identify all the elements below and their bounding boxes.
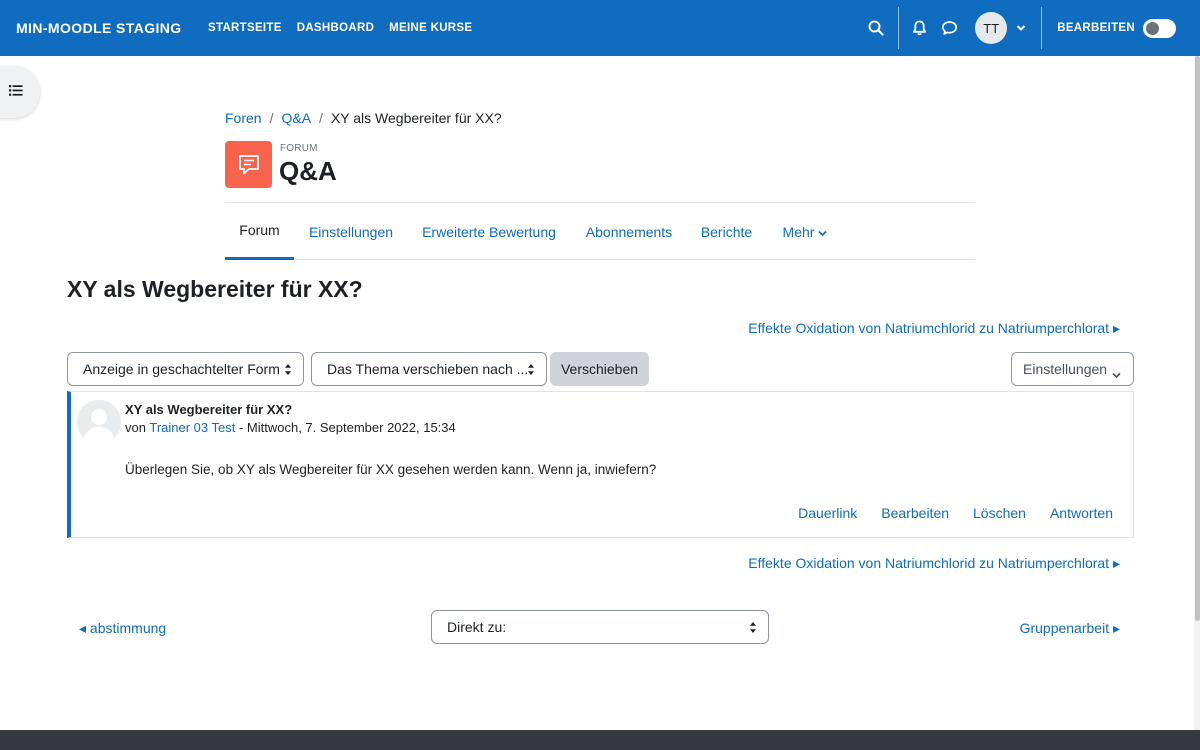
chevron-down-icon <box>1112 366 1121 382</box>
tab-erweiterte-bewertung[interactable]: Erweiterte Bewertung <box>418 203 560 260</box>
settings-dropdown-label: Einstellungen <box>1023 361 1108 377</box>
post-date: - Mittwoch, 7. September 2022, 15:34 <box>235 420 456 435</box>
reply-post-link[interactable]: Antworten <box>1050 505 1113 521</box>
forum-post: XY als Wegbereiter für XX? von Trainer 0… <box>67 391 1134 538</box>
toggle-knob <box>1146 21 1159 35</box>
author-avatar[interactable] <box>77 400 121 444</box>
move-discussion-select[interactable]: Das Thema verschieben nach ... <box>311 352 547 386</box>
previous-activity-link[interactable]: ◂ abstimmung <box>79 620 166 637</box>
select-arrows-icon <box>284 363 292 379</box>
nav-link-dashboard[interactable]: DASHBOARD <box>297 22 374 34</box>
breadcrumb-separator: / <box>269 110 274 126</box>
select-arrows-icon <box>527 363 535 379</box>
breadcrumb-link-foren[interactable]: Foren <box>225 110 262 126</box>
jump-to-label: Direkt zu: <box>447 619 507 635</box>
nav-link-startseite[interactable]: STARTSEITE <box>208 22 282 34</box>
navbar-divider <box>898 7 900 49</box>
tab-abonnements[interactable]: Abonnements <box>582 203 676 260</box>
display-mode-select[interactable]: Anzeige in geschachtelter Form <box>67 352 304 386</box>
breadcrumb-separator: / <box>319 110 323 126</box>
next-discussion-link-bottom[interactable]: Effekte Oxidation von Natriumchlorid zu … <box>748 555 1120 572</box>
post-message: Überlegen Sie, ob XY als Wegbereiter für… <box>125 462 657 477</box>
tab-einstellungen[interactable]: Einstellungen <box>304 203 398 260</box>
user-avatar[interactable]: TT <box>975 12 1008 44</box>
secondary-navigation: Forum Einstellungen Erweiterte Bewertung… <box>225 202 975 260</box>
navbar-user-area: TT BEARBEITEN <box>864 0 1200 56</box>
chevron-down-icon <box>818 224 828 240</box>
display-mode-value: Anzeige in geschachtelter Form <box>83 361 280 377</box>
breadcrumb-link-qa[interactable]: Q&A <box>281 110 311 126</box>
chevron-down-icon[interactable] <box>1009 16 1033 40</box>
page-title: Q&A <box>279 156 337 186</box>
post-subject: XY als Wegbereiter für XX? <box>125 402 293 417</box>
search-icon[interactable] <box>864 16 888 40</box>
post-author-link[interactable]: Trainer 03 Test <box>149 420 235 435</box>
move-button[interactable]: Verschieben <box>550 352 649 386</box>
post-byline: von Trainer 03 Test - Mittwoch, 7. Septe… <box>125 420 456 435</box>
discussion-title: XY als Wegbereiter für XX? <box>67 276 363 302</box>
breadcrumb-current: XY als Wegbereiter für XX? <box>330 110 502 126</box>
navbar-divider <box>1041 7 1043 49</box>
course-index-drawer-button[interactable] <box>0 66 40 118</box>
move-discussion-value: Das Thema verschieben nach ... <box>327 361 529 377</box>
list-icon <box>8 84 24 100</box>
top-navbar: MIN-MOODLE STAGING STARTSEITE DASHBOARD … <box>0 0 1200 56</box>
page-footer <box>0 730 1200 750</box>
select-arrows-icon <box>749 621 757 637</box>
tab-mehr-label: Mehr <box>782 223 815 240</box>
activity-type-label: FORUM <box>280 143 318 154</box>
primary-navigation: STARTSEITE DASHBOARD MEINE KURSE <box>208 0 472 56</box>
tab-forum[interactable]: Forum <box>225 203 294 260</box>
next-discussion-link[interactable]: Effekte Oxidation von Natriumchlorid zu … <box>748 320 1120 337</box>
permalink-link[interactable]: Dauerlink <box>798 505 857 521</box>
post-actions: Dauerlink Bearbeiten Löschen Antworten <box>798 505 1113 521</box>
nav-link-meine-kurse[interactable]: MEINE KURSE <box>389 22 472 34</box>
chat-bubble-icon[interactable] <box>937 16 961 40</box>
next-activity-link[interactable]: Gruppenarbeit ▸ <box>1020 620 1120 637</box>
post-by-prefix: von <box>125 420 146 435</box>
bell-icon[interactable] <box>907 16 931 40</box>
breadcrumb: Foren / Q&A / XY als Wegbereiter für XX? <box>225 110 502 126</box>
jump-to-activity-select[interactable]: Direkt zu: <box>431 610 769 644</box>
site-brand[interactable]: MIN-MOODLE STAGING <box>16 0 182 56</box>
tab-mehr[interactable]: Mehr <box>780 203 830 260</box>
forum-icon <box>225 141 272 188</box>
page-scrollbar-thumb[interactable] <box>1195 56 1200 621</box>
edit-post-link[interactable]: Bearbeiten <box>881 505 949 521</box>
tab-berichte[interactable]: Berichte <box>698 203 755 260</box>
settings-dropdown-button[interactable]: Einstellungen <box>1011 352 1134 386</box>
edit-mode-label: BEARBEITEN <box>1057 22 1135 34</box>
edit-mode-toggle[interactable] <box>1143 18 1176 38</box>
delete-post-link[interactable]: Löschen <box>973 505 1026 521</box>
